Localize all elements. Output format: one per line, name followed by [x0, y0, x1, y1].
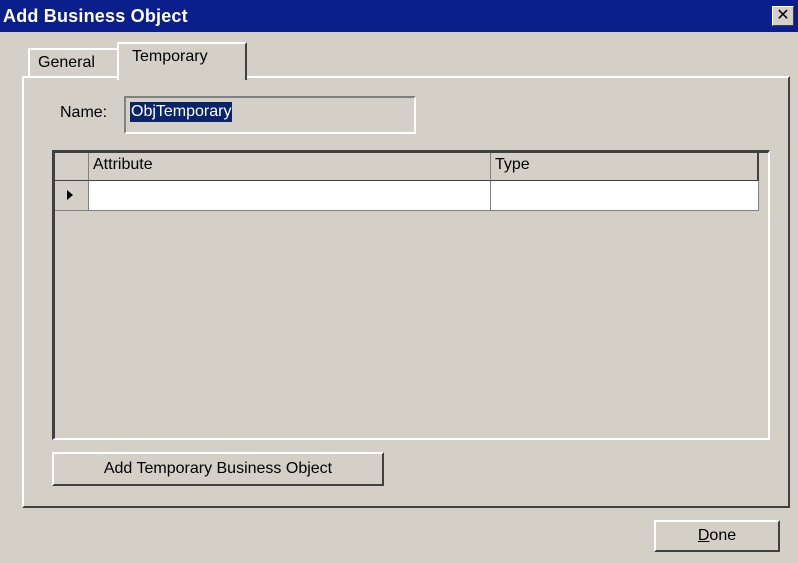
column-header-type[interactable]: Type — [491, 153, 759, 181]
row-indicator[interactable] — [55, 181, 89, 211]
grid-corner-header — [55, 153, 89, 181]
column-header-type-label: Type — [495, 156, 530, 173]
tab-general[interactable]: General — [28, 48, 120, 78]
dialog-window: Add Business Object ✕ General Temporary … — [0, 0, 798, 563]
tab-general-label: General — [38, 54, 95, 71]
title-bar[interactable]: Add Business Object ✕ — [0, 0, 798, 32]
name-label: Name: — [60, 104, 108, 121]
name-field[interactable]: ObjTemporary — [124, 96, 416, 134]
close-button[interactable]: ✕ — [772, 6, 794, 26]
cell-attribute[interactable] — [89, 181, 491, 211]
current-row-arrow-icon — [67, 190, 73, 200]
cell-type[interactable] — [491, 181, 759, 211]
tab-temporary[interactable]: Temporary — [117, 42, 247, 80]
attribute-grid[interactable]: Attribute Type — [52, 150, 770, 440]
window-title: Add Business Object — [3, 6, 188, 26]
column-header-attribute-label: Attribute — [93, 156, 153, 173]
done-mnemonic: D — [697, 527, 710, 544]
done-button-label: one — [709, 527, 737, 544]
close-icon: ✕ — [776, 7, 790, 24]
tab-temporary-label: Temporary — [132, 48, 208, 65]
add-button-label: Add Temporary Business Object — [103, 460, 333, 477]
name-field-value: ObjTemporary — [130, 102, 233, 122]
column-header-attribute[interactable]: Attribute — [89, 153, 491, 181]
add-temporary-business-object-button[interactable]: Add Temporary Business Object — [52, 452, 384, 486]
done-button[interactable]: Done — [654, 520, 780, 552]
